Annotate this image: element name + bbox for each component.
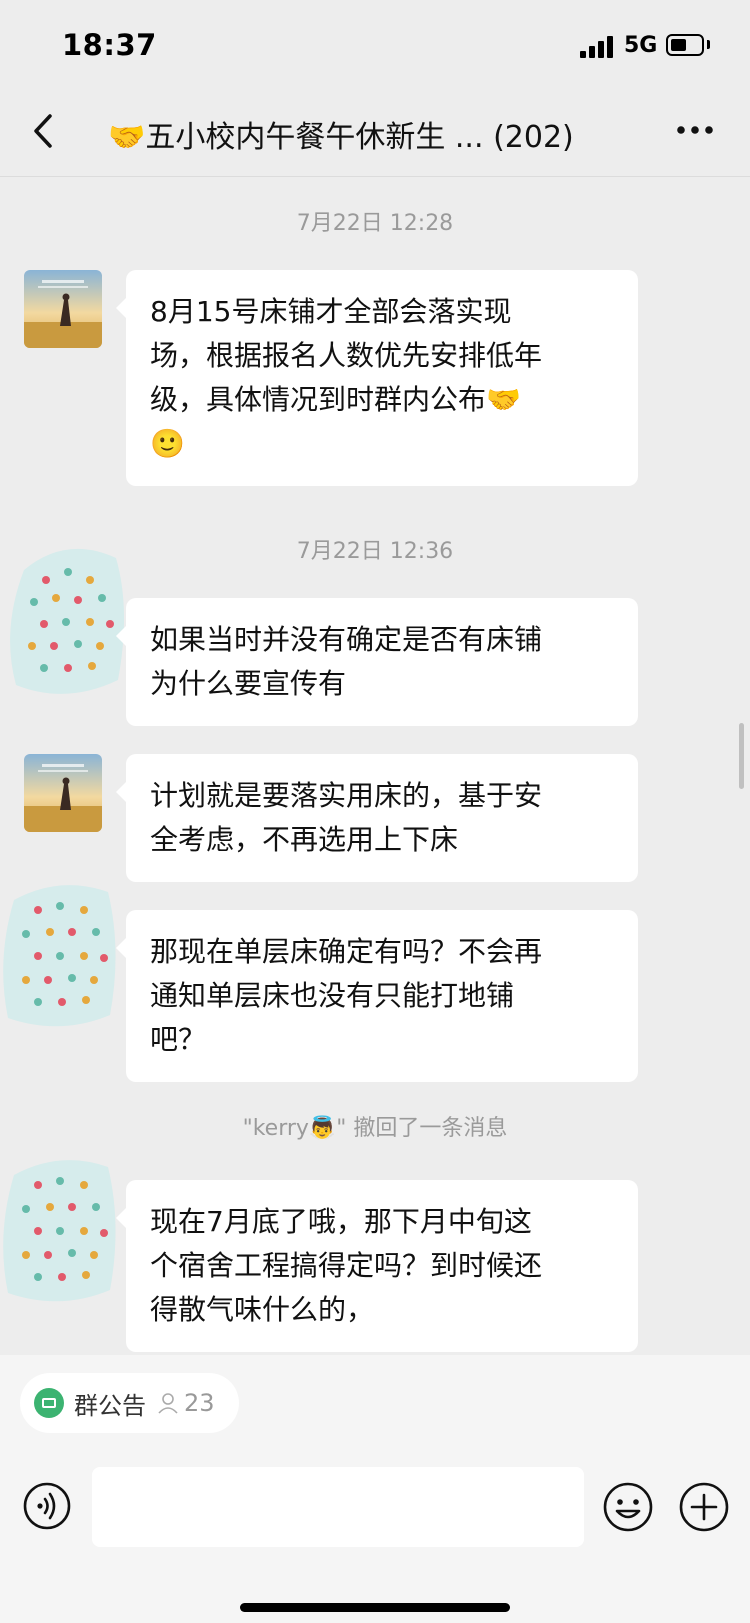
cellular-signal-icon	[580, 36, 613, 58]
message-line: 个宿舍工程搞得定吗？到时候还	[150, 1249, 543, 1282]
message-bubble[interactable]: 如果当时并没有确定是否有床铺 为什么要宣传有	[116, 598, 638, 726]
person-icon	[158, 1393, 178, 1414]
emoji-icon[interactable]	[602, 1481, 654, 1533]
member-count: (202)	[493, 120, 574, 155]
group-name: 五小校内午餐午休新生 ...	[145, 120, 484, 155]
notice-read-count: 23	[156, 1389, 215, 1417]
message-line: 为什么要宣传有	[150, 667, 347, 700]
message-bubble[interactable]: 8月15号床铺才全部会落实现 场，根据报名人数优先安排低年 级，具体情况到时群内…	[116, 270, 638, 486]
polka-dot-avatar-image	[3, 885, 116, 1027]
input-row	[0, 1467, 750, 1547]
group-notice-button[interactable]: 群公告 23	[20, 1373, 239, 1433]
message-bubble[interactable]: 现在7月底了哦，那下月中旬这 个宿舍工程搞得定吗？到时候还 得散气味什么的，	[116, 1180, 638, 1352]
chat-header: 🤝五小校内午餐午休新生 ... (202)	[0, 92, 750, 177]
polka-dot-avatar-image	[3, 1160, 116, 1302]
status-time: 18:37	[62, 28, 157, 62]
message-timestamp: 7月22日 12:28	[296, 211, 454, 236]
avatar[interactable]	[24, 754, 102, 832]
voice-icon[interactable]	[22, 1481, 72, 1531]
message-line: 计划就是要落实用床的，基于安	[150, 779, 543, 812]
avatar[interactable]	[0, 1155, 120, 1305]
battery-level	[671, 39, 686, 51]
message-bubble[interactable]: 那现在单层床确定有吗？不会再 通知单层床也没有只能打地铺 吧？	[116, 910, 638, 1082]
plus-icon[interactable]	[678, 1481, 730, 1533]
battery-cap	[707, 40, 710, 49]
message-line: 通知单层床也没有只能打地铺	[150, 979, 515, 1012]
network-type: 5G	[624, 33, 658, 58]
message-line: 得散气味什么的，	[150, 1293, 375, 1326]
message-line: 那现在单层床确定有吗？不会再	[150, 935, 543, 968]
announcement-icon	[34, 1388, 64, 1418]
message-line: 现在7月底了哦，那下月中旬这	[150, 1205, 532, 1238]
avatar[interactable]	[24, 270, 102, 348]
chevron-left-icon[interactable]	[24, 106, 64, 156]
more-dots-icon[interactable]	[675, 110, 715, 150]
message-bubble[interactable]: 计划就是要落实用床的，基于安 全考虑，不再选用上下床	[116, 754, 638, 882]
message-line: 吧？	[150, 1023, 207, 1056]
home-indicator	[240, 1603, 510, 1612]
recall-notice: "kerry👼" 撤回了一条消息	[242, 1116, 508, 1141]
avatar[interactable]	[0, 880, 120, 1030]
notice-count-value: 23	[184, 1389, 215, 1417]
scrollbar[interactable]	[739, 723, 744, 789]
message-line: 全考虑，不再选用上下床	[150, 823, 459, 856]
avatar[interactable]	[6, 540, 126, 700]
polka-dot-avatar-image	[10, 548, 125, 694]
status-bar: 18:37 5G	[0, 0, 750, 92]
chat-title[interactable]: 🤝五小校内午餐午休新生 ... (202)	[108, 112, 574, 156]
battery-icon	[666, 34, 704, 56]
handshake-emoji: 🤝	[108, 120, 146, 155]
message-line: 如果当时并没有确定是否有床铺	[150, 623, 543, 656]
notice-label: 群公告	[74, 1391, 146, 1420]
photo-avatar-image	[24, 270, 102, 348]
photo-avatar-image	[24, 754, 102, 832]
message-line: 级，具体情况到时群内公布🤝	[150, 383, 521, 416]
message-line: 8月15号床铺才全部会落实现	[150, 295, 512, 328]
message-input[interactable]	[92, 1467, 584, 1547]
bottom-bar: 群公告 23	[0, 1355, 750, 1623]
message-line: 🙂	[150, 427, 185, 460]
message-line: 场，根据报名人数优先安排低年	[150, 339, 543, 372]
